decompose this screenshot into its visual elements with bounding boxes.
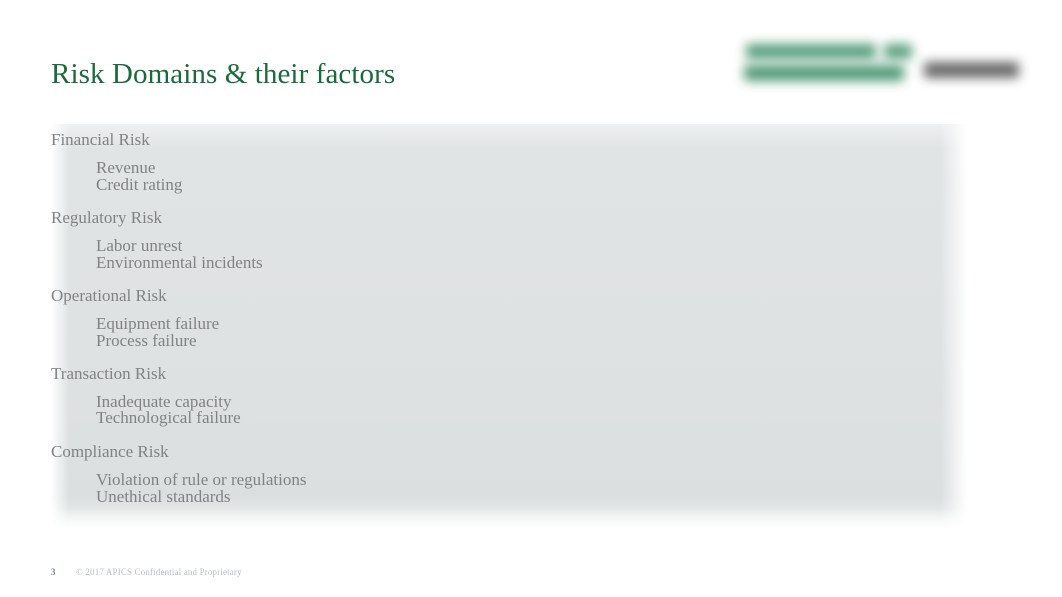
risk-domain-label: Regulatory Risk: [51, 208, 162, 227]
risk-factor-label: Revenue: [96, 158, 156, 177]
logo-primary-icon: [746, 44, 876, 59]
risk-factor-label: Process failure: [96, 331, 197, 350]
risk-group: Operational Risk Equipment failure Proce…: [51, 287, 967, 349]
logo-secondary-icon: [924, 62, 1019, 78]
risk-domain-label: Transaction Risk: [51, 364, 167, 383]
risk-factor-label: Equipment failure: [96, 314, 220, 333]
risk-domain-label: Compliance Risk: [51, 442, 169, 461]
logo-primary-subtitle-icon: [744, 65, 904, 81]
logo-lockup: [736, 32, 1036, 94]
risk-factor-label: Technological failure: [96, 408, 241, 427]
risk-factor-label: Unethical standards: [96, 487, 231, 506]
risk-factor-label: Violation of rule or regulations: [96, 470, 307, 489]
risk-group: Compliance Risk Violation of rule or reg…: [51, 443, 967, 505]
slide-number: 3: [51, 567, 56, 577]
page-title: Risk Domains & their factors: [51, 58, 396, 90]
risk-domain-label: Financial Risk: [51, 130, 150, 149]
copyright-notice: © 2017 APICS Confidential and Proprietar…: [76, 567, 242, 577]
risk-group: Regulatory Risk Labor unrest Environment…: [51, 209, 967, 271]
risk-group: Financial Risk Revenue Credit rating: [51, 131, 967, 193]
logo-primary-mark-icon: [884, 44, 912, 59]
footer: 3 © 2017 APICS Confidential and Propriet…: [51, 567, 242, 577]
risk-factor-label: Credit rating: [96, 175, 183, 194]
risk-factor-label: Labor unrest: [96, 236, 183, 255]
risk-factor-label: Environmental incidents: [96, 253, 263, 272]
risk-domain-label: Operational Risk: [51, 286, 167, 305]
risk-group: Transaction Risk Inadequate capacity Tec…: [51, 365, 967, 426]
risk-domain-list: Financial Risk Revenue Credit rating Reg…: [51, 124, 967, 505]
